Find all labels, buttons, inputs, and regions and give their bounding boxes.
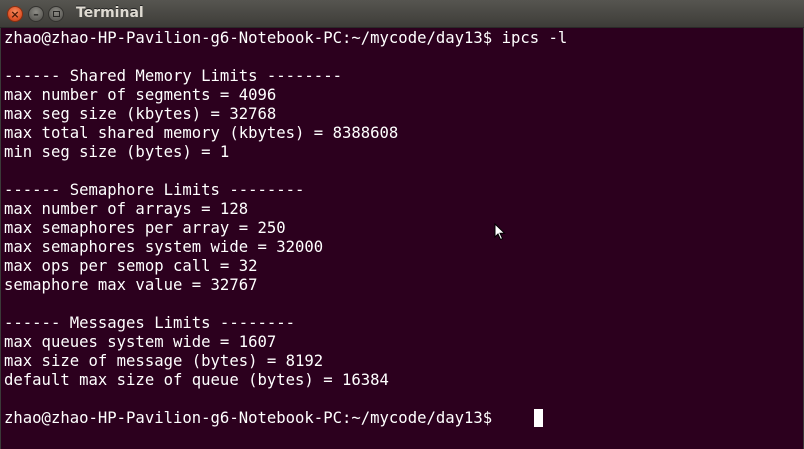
prompt-line: zhao@zhao-HP-Pavilion-g6-Notebook-PC:~/m… xyxy=(4,409,502,427)
terminal-output-area[interactable]: zhao@zhao-HP-Pavilion-g6-Notebook-PC:~/m… xyxy=(0,28,804,449)
terminal-line: max seg size (kbytes) = 32768 xyxy=(4,105,277,123)
maximize-icon xyxy=(52,11,60,17)
terminal-line: max ops per semop call = 32 xyxy=(4,257,258,275)
prompt-command-line: zhao@zhao-HP-Pavilion-g6-Notebook-PC:~/m… xyxy=(4,29,568,47)
section-header-shared-memory: ------ Shared Memory Limits -------- xyxy=(4,67,342,85)
terminal-line: max number of arrays = 128 xyxy=(4,200,249,218)
text-cursor xyxy=(534,409,543,427)
close-window-button[interactable]: × xyxy=(7,6,23,22)
minimize-window-button[interactable]: – xyxy=(28,6,44,22)
terminal-line: max size of message (bytes) = 8192 xyxy=(4,352,324,370)
terminal-line: max semaphores per array = 250 xyxy=(4,219,286,237)
maximize-window-button[interactable] xyxy=(48,6,64,22)
close-icon: × xyxy=(10,7,20,21)
mouse-pointer-icon xyxy=(494,223,506,241)
terminal-line: max number of segments = 4096 xyxy=(4,86,277,104)
section-header-messages: ------ Messages Limits -------- xyxy=(4,314,296,332)
terminal-line: max queues system wide = 1607 xyxy=(4,333,277,351)
terminal-line: max total shared memory (kbytes) = 83886… xyxy=(4,124,399,142)
terminal-line: min seg size (bytes) = 1 xyxy=(4,143,230,161)
terminal-line: default max size of queue (bytes) = 1638… xyxy=(4,371,389,389)
window-titlebar[interactable]: × – Terminal xyxy=(0,0,804,28)
section-header-semaphore: ------ Semaphore Limits -------- xyxy=(4,181,305,199)
terminal-line: semaphore max value = 32767 xyxy=(4,276,258,294)
terminal-line: max semaphores system wide = 32000 xyxy=(4,238,324,256)
minimize-icon: – xyxy=(33,7,39,21)
window-title: Terminal xyxy=(76,5,144,21)
